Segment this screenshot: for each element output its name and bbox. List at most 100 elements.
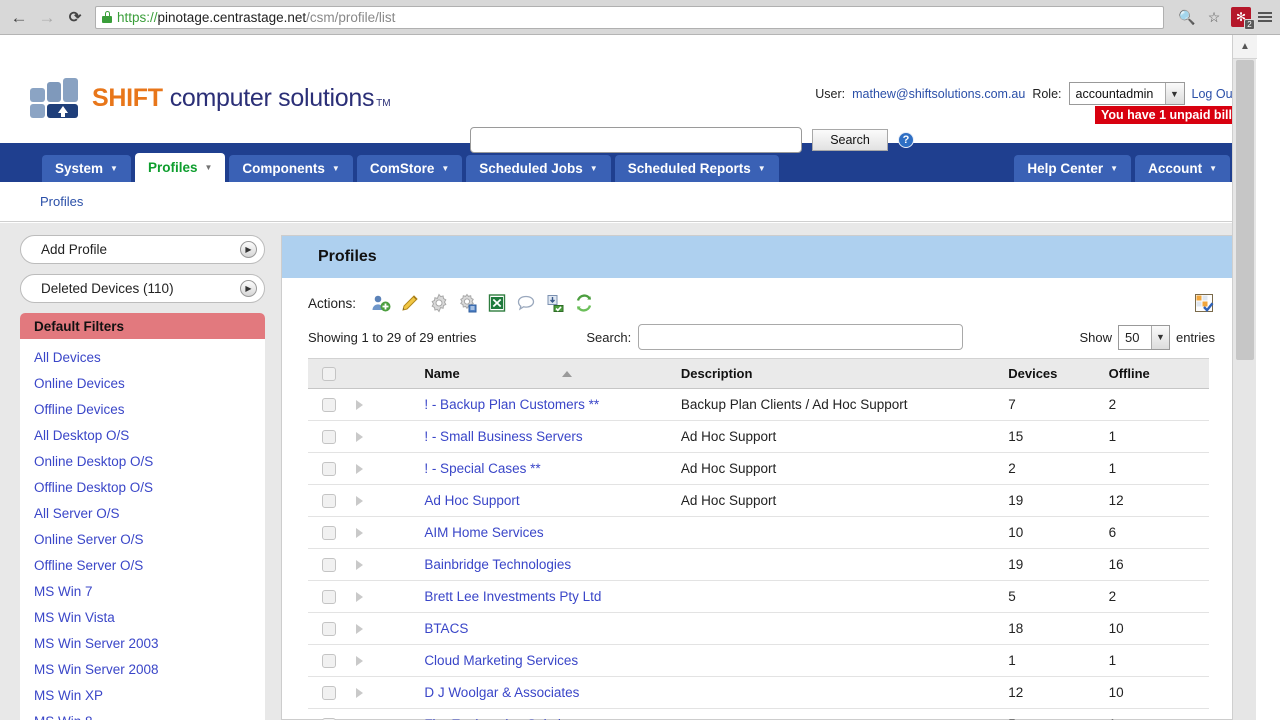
nav-tab-scheduled-reports[interactable]: Scheduled Reports ▼ <box>614 155 779 182</box>
scrollbar-thumb[interactable] <box>1236 60 1254 360</box>
expand-row-icon[interactable] <box>355 527 363 538</box>
table-row[interactable]: Cloud Marketing Services 1 1 <box>308 644 1209 677</box>
expand-row-icon[interactable] <box>355 591 363 602</box>
sidebar-filter-offline-desktop-os[interactable]: Offline Desktop O/S <box>34 475 265 501</box>
table-row[interactable]: Brett Lee Investments Pty Ltd 5 2 <box>308 580 1209 613</box>
sidebar-filter-online-server-os[interactable]: Online Server O/S <box>34 527 265 553</box>
row-checkbox[interactable] <box>322 397 336 412</box>
expand-row-icon[interactable] <box>355 559 363 570</box>
table-row[interactable]: Bainbridge Technologies 19 16 <box>308 548 1209 581</box>
magnifier-icon[interactable]: 🔍 <box>1177 7 1197 27</box>
scroll-up-icon[interactable]: ▲ <box>1233 35 1257 59</box>
row-checkbox[interactable] <box>322 621 336 636</box>
user-email-link[interactable]: mathew@shiftsolutions.com.au <box>852 87 1025 101</box>
role-select[interactable]: accountadmin ▼ <box>1068 82 1185 105</box>
nav-tab-comstore[interactable]: ComStore ▼ <box>356 155 463 182</box>
expand-row-icon[interactable] <box>355 623 363 634</box>
table-row[interactable]: Ad Hoc Support Ad Hoc Support 19 12 <box>308 484 1209 517</box>
breadcrumb-profiles-link[interactable]: Profiles <box>40 194 83 209</box>
table-row[interactable]: AIM Home Services 10 6 <box>308 516 1209 549</box>
reload-icon[interactable]: ⟳ <box>64 6 86 28</box>
profile-name-link[interactable]: Ad Hoc Support <box>424 493 519 508</box>
hamburger-menu-icon[interactable] <box>1258 12 1272 22</box>
logout-link[interactable]: Log Out <box>1192 87 1236 101</box>
sidebar-filter-online-devices[interactable]: Online Devices <box>34 371 265 397</box>
sidebar-filter-ms-win-server-2003[interactable]: MS Win Server 2003 <box>34 631 265 657</box>
sidebar-filter-ms-win-server-2008[interactable]: MS Win Server 2008 <box>34 657 265 683</box>
install-icon[interactable] <box>545 293 565 313</box>
profile-name-link[interactable]: BTACS <box>424 621 468 636</box>
settings-gear-icon[interactable] <box>429 293 449 313</box>
comment-icon[interactable] <box>516 293 536 313</box>
site-logo[interactable]: SHIFT computer solutions TM <box>30 78 391 118</box>
page-scrollbar[interactable]: ▲ <box>1232 35 1257 720</box>
deleted-devices-button[interactable]: Deleted Devices (110) ▶ <box>20 274 265 303</box>
row-checkbox[interactable] <box>322 557 336 572</box>
expand-row-icon[interactable] <box>355 495 363 506</box>
profile-name-link[interactable]: ! - Special Cases ** <box>424 461 540 476</box>
unpaid-bill-banner[interactable]: You have 1 unpaid bill <box>1094 106 1238 124</box>
row-checkbox[interactable] <box>322 461 336 476</box>
table-row[interactable]: BTACS 18 10 <box>308 612 1209 645</box>
column-chooser-icon[interactable] <box>1193 292 1215 314</box>
back-icon[interactable]: ← <box>8 6 30 28</box>
add-profile-button[interactable]: Add Profile ▶ <box>20 235 265 264</box>
row-checkbox[interactable] <box>322 525 336 540</box>
edit-pencil-icon[interactable] <box>400 293 420 313</box>
sidebar-filter-offline-server-os[interactable]: Offline Server O/S <box>34 553 265 579</box>
sidebar-filter-all-server-os[interactable]: All Server O/S <box>34 501 265 527</box>
nav-tab-components[interactable]: Components ▼ <box>229 155 353 182</box>
table-row[interactable]: ! - Special Cases ** Ad Hoc Support 2 1 <box>308 452 1209 485</box>
sidebar-filter-ms-win-7[interactable]: MS Win 7 <box>34 579 265 605</box>
row-checkbox[interactable] <box>322 653 336 668</box>
row-checkbox[interactable] <box>322 493 336 508</box>
header-devices[interactable]: Devices <box>1008 358 1109 389</box>
profile-name-link[interactable]: ! - Small Business Servers <box>424 429 582 444</box>
global-search-button[interactable]: Search <box>812 129 888 151</box>
entries-select[interactable]: 50 ▼ <box>1117 324 1170 350</box>
profile-name-link[interactable]: Bainbridge Technologies <box>424 557 571 572</box>
sidebar-filter-ms-win-8[interactable]: MS Win 8 <box>34 709 265 720</box>
global-search-input[interactable] <box>470 127 802 153</box>
nav-tab-account[interactable]: Account ▼ <box>1135 155 1230 182</box>
sidebar-filter-ms-win-vista[interactable]: MS Win Vista <box>34 605 265 631</box>
row-checkbox[interactable] <box>322 589 336 604</box>
refresh-icon[interactable] <box>574 293 594 313</box>
header-select-all[interactable] <box>308 358 356 389</box>
forward-icon[interactable]: → <box>36 6 58 28</box>
table-row[interactable]: Fire Engineering Solutions 5 1 <box>308 708 1209 720</box>
sidebar-filter-offline-devices[interactable]: Offline Devices <box>34 397 265 423</box>
star-icon[interactable]: ☆ <box>1204 7 1224 27</box>
help-icon[interactable]: ? <box>898 132 914 148</box>
header-offline[interactable]: Offline <box>1108 358 1209 389</box>
row-checkbox[interactable] <box>322 429 336 444</box>
profile-name-link[interactable]: Cloud Marketing Services <box>424 653 578 668</box>
gear-page-icon[interactable] <box>458 293 478 313</box>
header-description[interactable]: Description <box>680 358 1009 389</box>
url-bar[interactable]: https://pinotage.centrastage.net/csm/pro… <box>95 5 1164 29</box>
expand-row-icon[interactable] <box>355 399 363 410</box>
profile-name-link[interactable]: ! - Backup Plan Customers ** <box>424 397 599 412</box>
sidebar-filter-online-desktop-os[interactable]: Online Desktop O/S <box>34 449 265 475</box>
nav-tab-help-center[interactable]: Help Center ▼ <box>1014 155 1132 182</box>
row-checkbox[interactable] <box>322 685 336 700</box>
expand-row-icon[interactable] <box>355 431 363 442</box>
add-user-icon[interactable] <box>371 293 391 313</box>
expand-row-icon[interactable] <box>355 463 363 474</box>
nav-tab-profiles[interactable]: Profiles ▼ <box>134 153 226 182</box>
profile-name-link[interactable]: AIM Home Services <box>424 525 543 540</box>
select-all-checkbox[interactable] <box>322 366 336 381</box>
nav-tab-system[interactable]: System ▼ <box>42 155 131 182</box>
extension-icon[interactable]: ✻ 2 <box>1231 7 1255 30</box>
sidebar-filter-all-devices[interactable]: All Devices <box>34 345 265 371</box>
table-search-input[interactable] <box>638 324 964 350</box>
table-row[interactable]: ! - Small Business Servers Ad Hoc Suppor… <box>308 420 1209 453</box>
expand-row-icon[interactable] <box>355 687 363 698</box>
profile-name-link[interactable]: D J Woolgar & Associates <box>424 685 579 700</box>
sidebar-filter-all-desktop-os[interactable]: All Desktop O/S <box>34 423 265 449</box>
expand-row-icon[interactable] <box>355 655 363 666</box>
header-name[interactable]: Name <box>424 358 681 389</box>
nav-tab-scheduled-jobs[interactable]: Scheduled Jobs ▼ <box>466 155 611 182</box>
table-row[interactable]: ! - Backup Plan Customers ** Backup Plan… <box>308 388 1209 421</box>
excel-export-icon[interactable] <box>487 293 507 313</box>
